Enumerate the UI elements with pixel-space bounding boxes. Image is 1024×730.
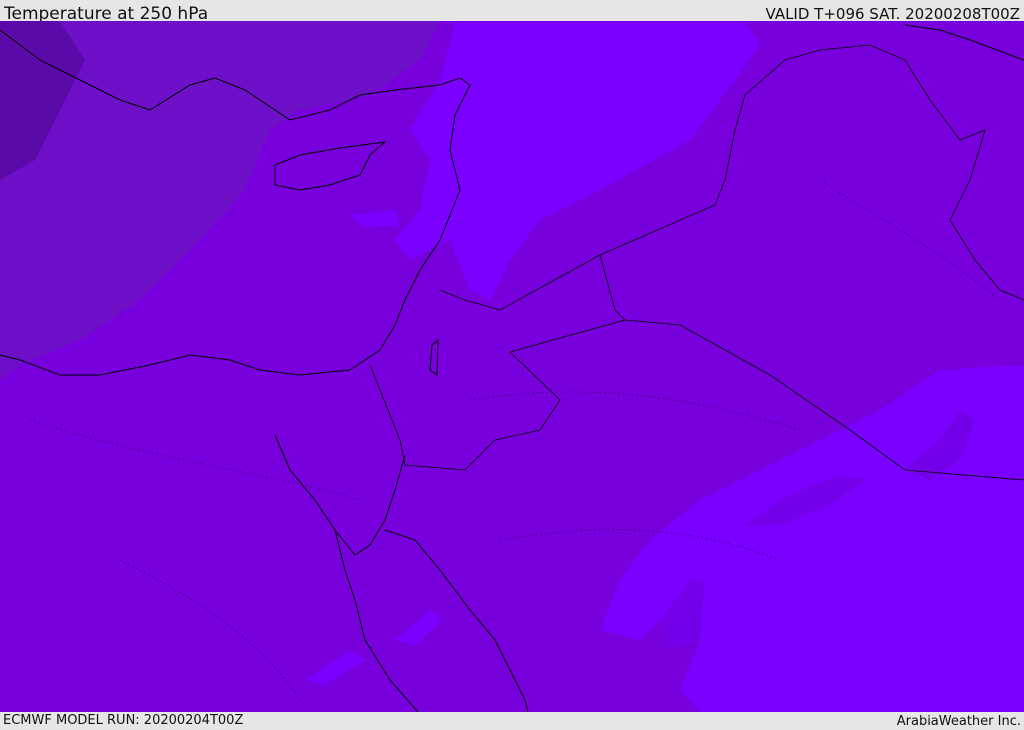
credit-label: ArabiaWeather Inc. <box>896 714 1021 729</box>
weather-map <box>0 21 1024 712</box>
model-run-label: ECMWF MODEL RUN: 20200204T00Z <box>3 713 244 728</box>
